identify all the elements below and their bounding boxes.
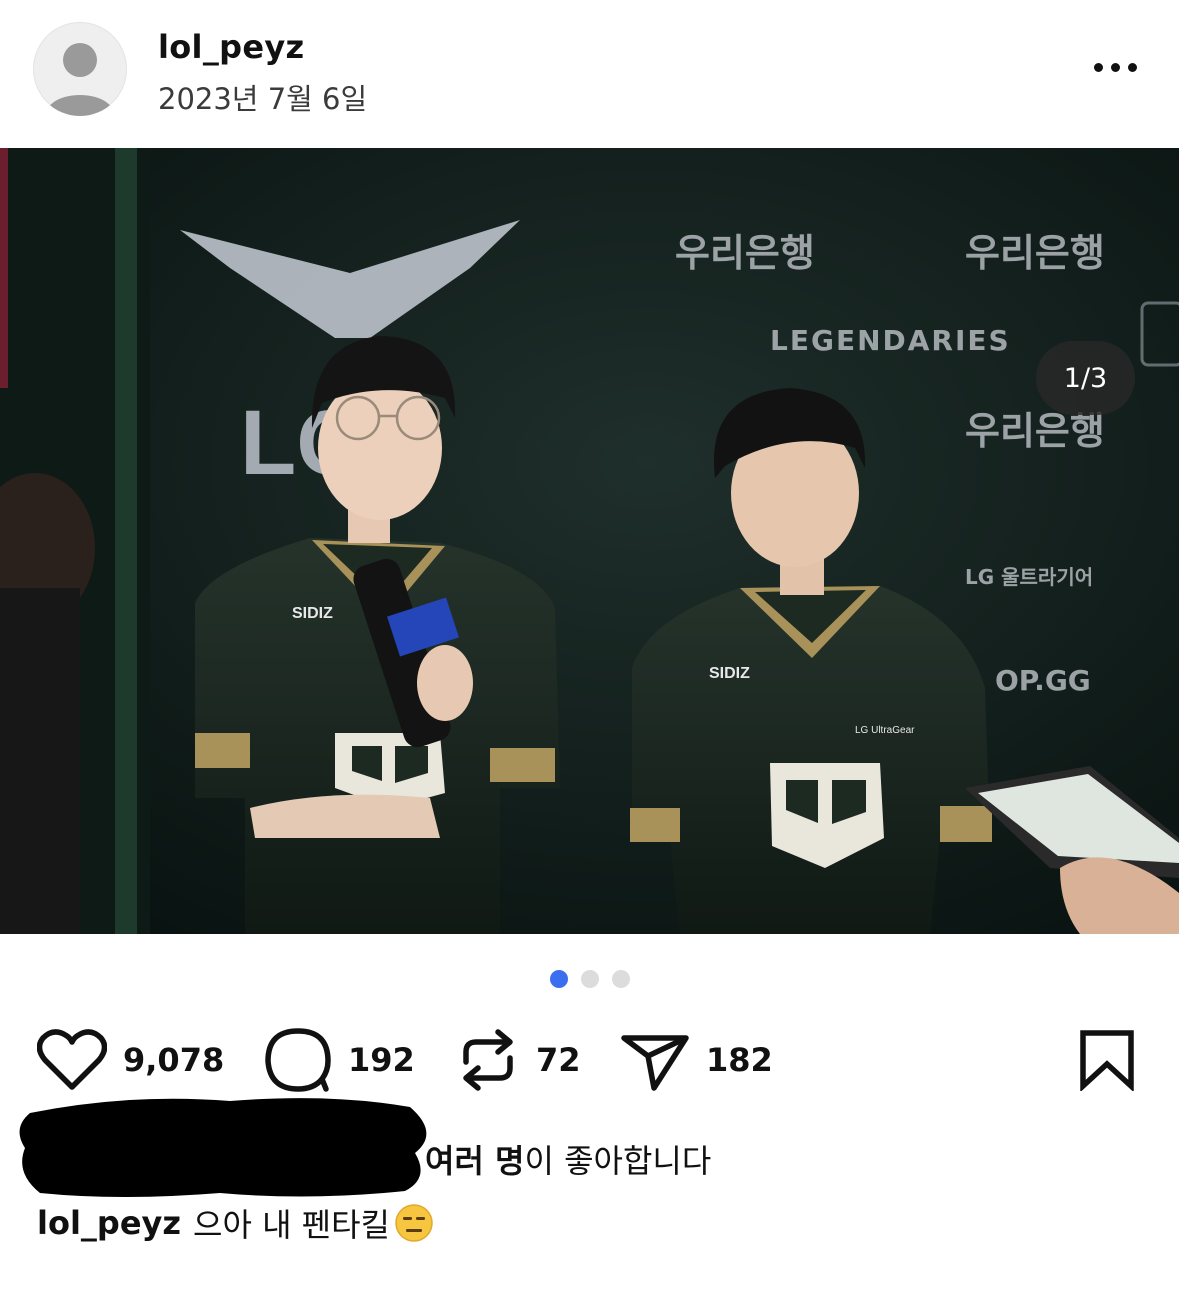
photo-illustration: LCK 우리은행 우리은행 LEGENDARIES 우리은행 OP.GG LG … [0,148,1179,934]
share-button[interactable]: 182 [620,1020,773,1100]
pagination-dot[interactable] [581,970,599,988]
expressionless-face-emoji [395,1204,433,1242]
avatar[interactable] [33,22,127,116]
send-icon [621,1035,689,1091]
repost-icon [463,1029,513,1091]
redacted-scribble [19,1098,427,1197]
liked-by-bold: 여러 명 [425,1142,525,1180]
post-image[interactable]: LCK 우리은행 우리은행 LEGENDARIES 우리은행 OP.GG LG … [0,148,1179,934]
backdrop-sponsor: OP.GG [995,664,1091,697]
carousel-pagination [550,970,630,988]
backdrop-sponsor: 우리은행 [965,231,1105,275]
post-username[interactable]: lol_peyz [158,28,304,66]
like-button[interactable]: 9,078 [37,1020,224,1100]
caption-username[interactable]: lol_peyz [37,1204,181,1242]
default-avatar-icon [46,43,114,116]
jersey-sponsor-text: SIDIZ [292,605,333,622]
pagination-dot[interactable] [612,970,630,988]
action-bar: 9,078 192 72 182 [0,1020,1179,1100]
liked-by-text[interactable]: 여러 명이 좋아합니다 [425,1136,711,1182]
backdrop-sponsor: 우리은행 [965,409,1105,453]
jersey-sponsor-text: LG UltraGear [855,725,915,736]
more-options-button[interactable] [1080,50,1150,84]
backdrop-sponsor: 우리은행 [675,231,815,275]
liked-by-rest: 이 좋아합니다 [524,1142,712,1180]
post-caption: lol_peyz 으아 내 펜타킬 [37,1200,434,1246]
backdrop-sponsor: LG 울트라기어 [965,565,1093,589]
image-counter: 1/3 [1036,341,1135,415]
like-count[interactable]: 9,078 [123,1041,224,1079]
backdrop-sponsor: LEGENDARIES [770,324,1011,357]
bookmark-icon[interactable] [1078,1029,1136,1091]
more-horizontal-icon [1093,62,1103,72]
post-date: 2023년 7월 6일 [158,82,368,116]
jersey-sponsor-text: SIDIZ [709,665,750,682]
caption-text: 으아 내 펜타킬 [193,1206,390,1244]
repost-button[interactable]: 72 [456,1020,581,1100]
pagination-dot-active[interactable] [550,970,568,988]
comment-count[interactable]: 192 [348,1041,415,1079]
comment-icon [265,1028,331,1092]
post-header: lol_peyz 2023년 7월 6일 [0,0,1179,148]
repost-count[interactable]: 72 [536,1041,581,1079]
share-count[interactable]: 182 [706,1041,773,1079]
heart-icon [37,1029,107,1090]
comment-button[interactable]: 192 [264,1020,415,1100]
